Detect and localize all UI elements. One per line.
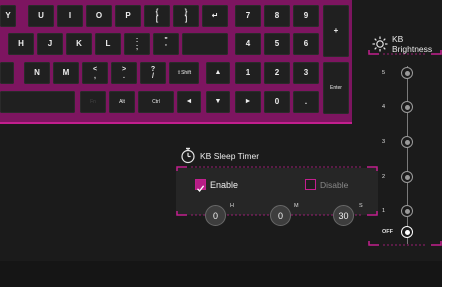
seconds-value[interactable]: 30 xyxy=(333,205,354,226)
key-question-label: ? / xyxy=(150,66,156,80)
key-enter-wide xyxy=(182,33,228,55)
key-8: 8 xyxy=(264,5,290,27)
app-frame: Y U I O P { [ } ] ↵ 7 8 9 + H J K L : ; … xyxy=(0,0,450,287)
key-k: K xyxy=(66,33,92,55)
key-greater-than-label: > . xyxy=(121,66,127,80)
key-colon-label: : ; xyxy=(135,37,139,51)
hours-value[interactable]: 0 xyxy=(205,205,226,226)
brightness-level-2[interactable] xyxy=(401,171,413,183)
key-i: I xyxy=(57,5,83,27)
key-plus: + xyxy=(323,5,349,57)
key-fn: Fn xyxy=(80,91,106,113)
key-m: M xyxy=(53,62,79,84)
key-open-brace: { [ xyxy=(144,5,170,27)
backlight-panel: Y U I O P { [ } ] ↵ 7 8 9 + H J K L : ; … xyxy=(0,0,442,261)
seconds-unit: S xyxy=(359,203,363,209)
key-colon: : ; xyxy=(124,33,150,55)
sleep-timer-header: KB Sleep Timer xyxy=(180,147,259,164)
key-close-brace: } ] xyxy=(173,5,199,27)
key-h: H xyxy=(8,33,34,55)
key-0: 0 xyxy=(264,91,290,113)
key-b xyxy=(0,62,14,84)
key-question: ? / xyxy=(140,62,166,84)
key-period: . xyxy=(293,91,319,113)
sleep-timer-title: KB Sleep Timer xyxy=(200,150,260,161)
key-greater-than: > . xyxy=(111,62,137,84)
key-3: 3 xyxy=(293,62,319,84)
key-shift: ⇧Shift xyxy=(169,62,199,84)
key-o: O xyxy=(86,5,112,27)
key-less-than-label: < , xyxy=(92,66,98,80)
key-enter-arrow: ↵ xyxy=(202,5,228,27)
minutes-value[interactable]: 0 xyxy=(270,205,291,226)
brightness-level-3[interactable] xyxy=(401,136,413,148)
key-6: 6 xyxy=(293,33,319,55)
key-5: 5 xyxy=(264,33,290,55)
key-7: 7 xyxy=(235,5,261,27)
enable-checkbox[interactable] xyxy=(195,179,206,192)
key-2: 2 xyxy=(264,62,290,84)
brightness-level-1[interactable] xyxy=(401,205,413,217)
key-l: L xyxy=(95,33,121,55)
key-y: Y xyxy=(0,5,16,27)
key-4: 4 xyxy=(235,33,261,55)
brightness-level-4[interactable] xyxy=(401,101,413,113)
enable-label[interactable]: Enable xyxy=(210,180,238,190)
disable-checkbox[interactable] xyxy=(305,179,316,190)
key-close-brace-label: } ] xyxy=(184,9,188,23)
key-j: J xyxy=(37,33,63,55)
key-open-brace-label: { [ xyxy=(155,9,159,23)
brightness-level-5-label: 5 xyxy=(382,70,386,76)
brightness-level-1-label: 1 xyxy=(382,208,386,214)
brightness-level-off-label: OFF xyxy=(382,229,393,235)
brightness-level-off[interactable] xyxy=(401,226,413,238)
minutes-unit: M xyxy=(294,203,299,209)
key-quote: " ' xyxy=(153,33,179,55)
key-ctrl: Ctrl xyxy=(138,91,174,113)
brightness-track xyxy=(407,66,408,244)
sleep-timer-top-bracket xyxy=(176,166,378,171)
brightness-level-3-label: 3 xyxy=(382,139,386,145)
key-less-than: < , xyxy=(82,62,108,84)
brightness-level-5[interactable] xyxy=(401,67,413,79)
key-right-arrow: ► xyxy=(235,91,261,113)
key-quote-label: " ' xyxy=(164,37,168,51)
checkmark-icon xyxy=(197,185,205,192)
key-left-arrow: ◄ xyxy=(177,91,201,113)
key-enter: Enter xyxy=(323,62,349,114)
hours-unit: H xyxy=(230,203,234,209)
brightness-level-4-label: 4 xyxy=(382,104,386,110)
brightness-level-2-label: 2 xyxy=(382,174,386,180)
disable-label[interactable]: Disable xyxy=(320,180,348,190)
key-alt: Alt xyxy=(109,91,135,113)
keyboard-preview: Y U I O P { [ } ] ↵ 7 8 9 + H J K L : ; … xyxy=(0,0,352,124)
key-space xyxy=(0,91,75,113)
key-9: 9 xyxy=(293,5,319,27)
key-n: N xyxy=(24,62,50,84)
key-up-arrow: ▲ xyxy=(206,62,230,84)
key-u: U xyxy=(28,5,54,27)
brightness-footer-bracket xyxy=(368,241,442,246)
key-down-arrow: ▼ xyxy=(206,91,230,113)
key-1: 1 xyxy=(235,62,261,84)
key-p: P xyxy=(115,5,141,27)
brightness-header-bracket xyxy=(368,50,442,55)
stopwatch-icon xyxy=(180,147,196,164)
